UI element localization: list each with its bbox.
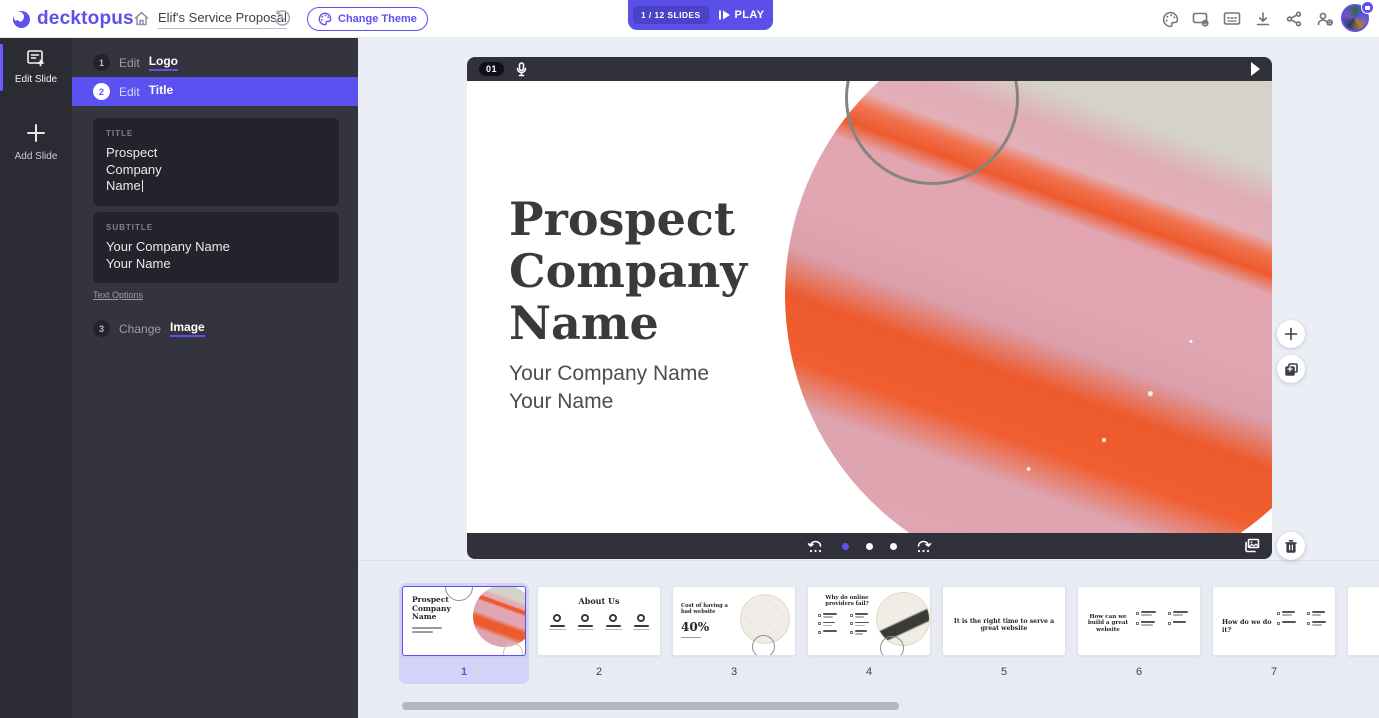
edit-slide-label: Edit Slide	[15, 74, 57, 85]
add-slide-button[interactable]: Add Slide	[0, 111, 72, 174]
thumbnail-slide-6[interactable]: How can we build a great website 6	[1077, 586, 1201, 678]
decktopus-logo[interactable]: decktopus	[12, 8, 134, 30]
title-field-value[interactable]: Prospect Company Name	[106, 145, 326, 195]
thumbnail-slide-5[interactable]: It is the right time to serve a great we…	[942, 586, 1066, 678]
left-toolbar: Edit Slide Add Slide	[0, 38, 72, 718]
step-edit-title[interactable]: 2 Edit Title	[72, 77, 358, 106]
slide-stage-bottombar	[467, 533, 1272, 559]
thumbnail-row: Prospect Company Name 1 About Us 2	[402, 586, 1379, 678]
thumbnail-number: 2	[537, 666, 661, 678]
preview-play-icon[interactable]	[1251, 62, 1260, 76]
change-theme-button[interactable]: Change Theme	[307, 7, 428, 31]
delete-slide-button[interactable]	[1277, 532, 1305, 560]
text-options-link[interactable]: Text Options	[93, 290, 143, 300]
workspace-badge-icon	[1361, 1, 1374, 14]
topbar-tools	[1160, 7, 1335, 31]
edit-slide-button[interactable]: Edit Slide	[0, 38, 72, 97]
slide-count-badge: 1 / 12 SLIDES	[633, 6, 709, 24]
palette-icon	[318, 12, 332, 26]
copy-slide-image-icon[interactable]	[1244, 538, 1260, 553]
title-field[interactable]: TITLE Prospect Company Name	[93, 118, 339, 206]
brand-name: decktopus	[37, 8, 134, 30]
filmstrip: Prospect Company Name 1 About Us 2	[358, 560, 1379, 718]
step-target: Logo	[149, 54, 178, 71]
change-theme-label: Change Theme	[338, 13, 417, 25]
comments-icon[interactable]	[1222, 7, 1242, 31]
user-avatar[interactable]	[1341, 4, 1371, 34]
history-icon[interactable]	[273, 9, 291, 27]
abstract-marble-image[interactable]	[785, 81, 1272, 533]
title-field-label: TITLE	[106, 129, 326, 138]
subtitle-field-label: SUBTITLE	[106, 223, 326, 232]
step-edit-logo[interactable]: 1 Edit Logo	[72, 48, 358, 77]
next-layout-icon[interactable]	[914, 539, 932, 554]
subtitle-field[interactable]: SUBTITLE Your Company Name Your Name	[93, 212, 339, 283]
thumbnail-slide-1[interactable]: Prospect Company Name 1	[402, 586, 526, 678]
thumbnail-number: 6	[1077, 666, 1201, 678]
thumbnail-slide-2[interactable]: About Us 2	[537, 586, 661, 678]
filmstrip-scrollbar[interactable]	[402, 702, 899, 710]
step-prefix: Edit	[119, 85, 140, 99]
slide-stage-topbar: 01	[467, 57, 1272, 81]
thumbnail-number: 7	[1212, 666, 1336, 678]
add-slide-label: Add Slide	[15, 151, 58, 162]
microphone-icon[interactable]	[516, 62, 527, 77]
theme-palette-icon[interactable]	[1160, 7, 1180, 31]
previous-layout-icon[interactable]	[807, 539, 825, 554]
plus-icon	[24, 121, 48, 145]
slide-subtitle-text[interactable]: Your Company Name Your Name	[509, 360, 709, 416]
download-icon[interactable]	[1253, 7, 1273, 31]
slide-number-badge: 01	[479, 62, 504, 76]
top-bar: decktopus Elif's Service Proposal Change…	[0, 0, 1379, 38]
step-prefix: Edit	[119, 56, 140, 70]
step-target: Title	[149, 83, 173, 100]
layout-dot-2[interactable]	[866, 543, 873, 550]
add-element-button[interactable]	[1277, 320, 1305, 348]
play-icon	[718, 9, 731, 21]
present-tab: 1 / 12 SLIDES PLAY	[628, 0, 773, 30]
slide-stage: 01 Prospect Company Name Your Company Na…	[467, 57, 1272, 559]
duplicate-slide-button[interactable]	[1277, 355, 1305, 383]
step-prefix: Change	[119, 322, 161, 336]
play-button[interactable]: PLAY	[718, 9, 765, 21]
thumbnail-slide-4[interactable]: Why do online providers fail? 4	[807, 586, 931, 678]
slide-canvas[interactable]: Prospect Company Name Your Company Name …	[467, 81, 1272, 533]
decktopus-logo-icon	[12, 10, 31, 29]
present-settings-icon[interactable]	[1191, 7, 1211, 31]
thumbnail-slide-7[interactable]: How do we do it? 7	[1212, 586, 1336, 678]
edit-panel: 1 Edit Logo 2 Edit Title TITLE Prospect …	[72, 38, 358, 718]
share-icon[interactable]	[1284, 7, 1304, 31]
slide-title-text[interactable]: Prospect Company Name	[509, 193, 839, 349]
step-number: 3	[93, 320, 110, 337]
step-target: Image	[170, 320, 205, 337]
step-number: 2	[93, 83, 110, 100]
thumbnail-number: 5	[942, 666, 1066, 678]
layout-dot-3[interactable]	[890, 543, 897, 550]
document-title-input[interactable]: Elif's Service Proposal	[158, 10, 287, 29]
step-number: 1	[93, 54, 110, 71]
layout-dot-1[interactable]	[842, 543, 849, 550]
step-change-image[interactable]: 3 Change Image	[72, 314, 358, 343]
subtitle-field-value[interactable]: Your Company Name Your Name	[106, 239, 326, 272]
thumbnail-number: 3	[672, 666, 796, 678]
thumbnail-number: 1	[402, 666, 526, 678]
thumbnail-slide-8[interactable]	[1347, 586, 1379, 678]
edit-slide-icon	[25, 48, 47, 68]
thumbnail-slide-3[interactable]: Cost of having a bad website 40% 3	[672, 586, 796, 678]
invite-collaborator-icon[interactable]	[1315, 7, 1335, 31]
thumbnail-number: 4	[807, 666, 931, 678]
home-icon[interactable]	[133, 10, 150, 27]
